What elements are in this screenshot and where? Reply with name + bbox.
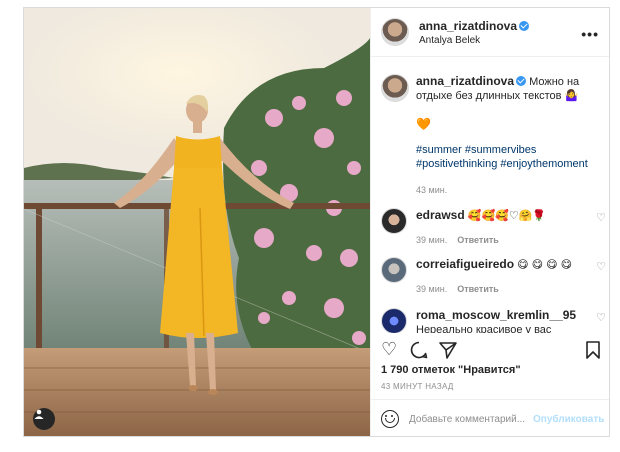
reply-button[interactable]: Ответить [457,235,499,245]
comment-username[interactable]: roma_moscow_kremlin__95 [416,308,576,322]
reply-button[interactable]: Ответить [457,284,499,294]
comment-text: Нереально красивое у вас [416,324,552,333]
bookmark-icon[interactable] [585,338,601,365]
avatar[interactable] [381,18,409,46]
comment-time[interactable]: 39 мин. [416,235,447,245]
comment-username[interactable]: correiafigueiredo [416,257,514,271]
verified-icon [516,76,527,86]
post-photo[interactable] [24,8,370,436]
user-tag-icon[interactable] [33,408,55,430]
instagram-post: anna_rizatdinova Antalya Belek ••• anna_… [23,7,610,437]
heart-icon[interactable]: ♡ [596,260,606,273]
caption-time[interactable]: 43 мин. [416,183,606,197]
post-header: anna_rizatdinova Antalya Belek ••• [371,8,609,57]
more-options-icon[interactable]: ••• [581,26,599,42]
avatar[interactable] [381,74,409,102]
heart-icon[interactable]: ♡ [596,211,606,224]
comments-list: anna_rizatdinova Можно на отдыхе без дли… [371,58,609,333]
comment-text: 😋 😋 😋 😋 [517,259,573,271]
post-timestamp[interactable]: 43 МИНУТ НАЗАД [381,382,454,391]
caption-username[interactable]: anna_rizatdinova [416,74,514,88]
location-link[interactable]: Antalya Belek [419,35,529,46]
publish-button[interactable]: Опубликовать [533,414,604,425]
list-item: correiafigueiredo 😋 😋 😋 😋 39 мин. Ответит… [381,257,606,296]
hashtags[interactable]: #summer #summervibes #positivethinking #… [416,143,606,171]
add-comment-bar: Опубликовать [371,399,609,436]
avatar[interactable] [381,308,407,333]
caption: anna_rizatdinova Можно на отдыхе без дли… [381,74,606,197]
avatar[interactable] [381,257,407,283]
paper-plane-icon[interactable] [438,338,458,365]
header-username[interactable]: anna_rizatdinova [419,19,517,33]
comment-time[interactable]: 39 мин. [416,284,447,294]
comment-input[interactable] [409,413,529,425]
photo-illustration [24,8,370,436]
heart-icon[interactable]: ♡ [596,311,606,324]
post-sidebar: anna_rizatdinova Antalya Belek ••• anna_… [370,8,609,436]
comment-username[interactable]: edrawsd [416,208,465,222]
heart-icon[interactable]: ♡ [381,338,397,360]
verified-icon [519,20,530,31]
likes-count[interactable]: 1 790 отметок "Нравится" [381,364,521,376]
comment-icon[interactable] [409,338,429,365]
list-item: roma_moscow_kremlin__95 Нереально красив… [381,308,606,333]
caption-emoji: 🧡 [416,117,431,131]
list-item: edrawsd 🥰🥰🥰♡🤗🌹 39 мин. Ответить ♡ [381,208,606,247]
smiley-icon[interactable] [381,410,399,428]
avatar[interactable] [381,208,407,234]
comment-text: 🥰🥰🥰♡🤗🌹 [467,210,547,222]
